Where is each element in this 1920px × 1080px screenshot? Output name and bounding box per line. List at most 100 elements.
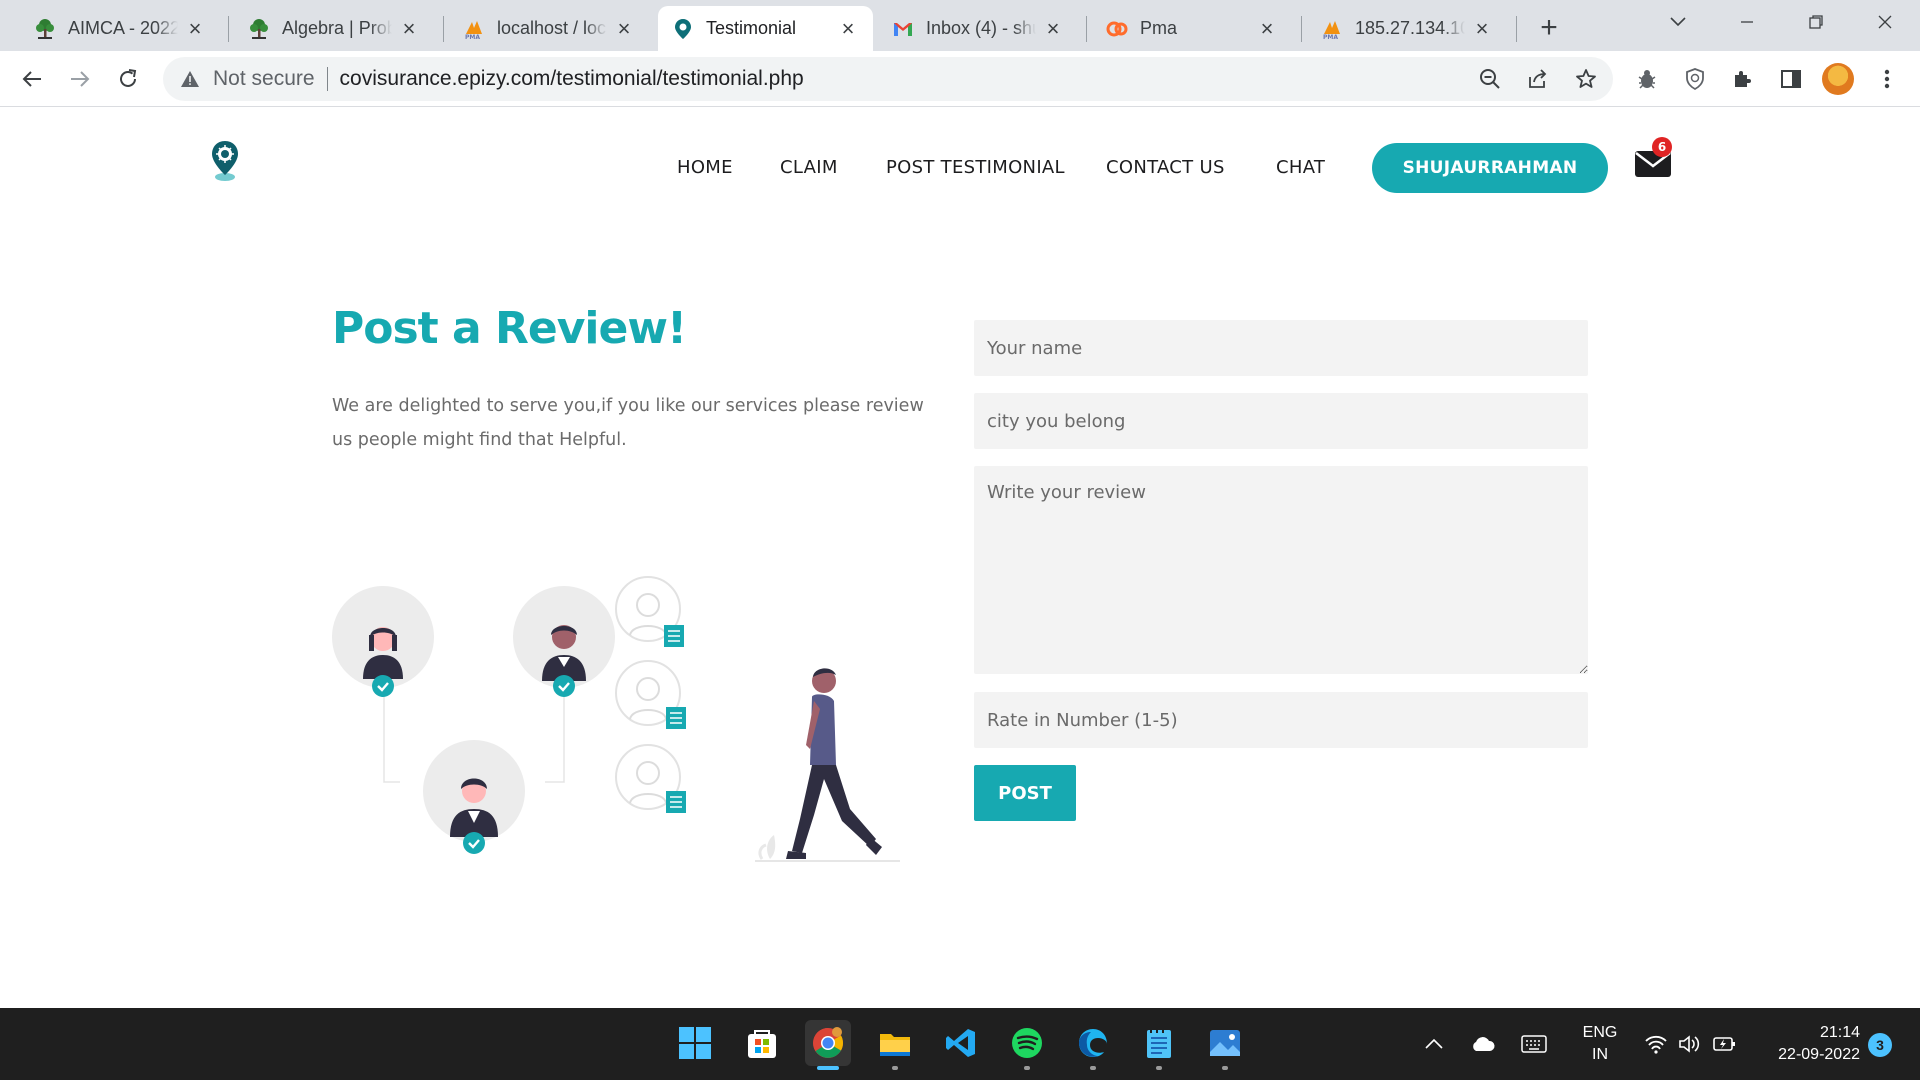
chrome-icon[interactable]: [805, 1020, 851, 1070]
close-window-icon[interactable]: [1862, 4, 1908, 40]
tab-title: AIMCA - 2022_: [68, 18, 178, 38]
security-label[interactable]: Not secure: [213, 67, 315, 91]
spotify-icon[interactable]: [1004, 1020, 1050, 1070]
tab-title: Testimonial: [706, 18, 797, 38]
running-indicator: [892, 1066, 898, 1070]
browser-tab[interactable]: AIMCA - 2022_ ×: [20, 6, 220, 51]
tab-search-chevron-icon[interactable]: [1655, 4, 1701, 40]
close-icon[interactable]: ×: [398, 16, 420, 41]
close-icon[interactable]: ×: [1471, 16, 1493, 41]
browser-tab[interactable]: Inbox (4) - shuj ×: [878, 6, 1078, 51]
running-indicator: [1156, 1066, 1162, 1070]
bug-extension-icon[interactable]: [1630, 62, 1664, 96]
mail-count-badge: 6: [1652, 137, 1672, 157]
wifi-icon[interactable]: [1642, 1030, 1670, 1058]
omnibox-actions: [1473, 57, 1603, 101]
tab-divider: [1086, 16, 1087, 42]
svg-text:PMA: PMA: [1323, 34, 1338, 40]
windows-start-icon[interactable]: [672, 1020, 718, 1066]
tab-divider: [443, 16, 444, 42]
battery-charging-icon[interactable]: [1710, 1030, 1738, 1058]
nav-post-testimonial[interactable]: POST TESTIMONIAL: [886, 157, 1065, 178]
tab-divider: [1516, 16, 1517, 42]
volume-icon[interactable]: [1676, 1030, 1704, 1058]
nav-home[interactable]: HOME: [677, 157, 733, 178]
name-input[interactable]: [974, 320, 1588, 376]
running-indicator: [817, 1066, 839, 1070]
browser-tab[interactable]: Pma ×: [1092, 6, 1292, 51]
forward-arrow-icon[interactable]: [61, 60, 99, 98]
zoom-out-icon[interactable]: [1473, 62, 1507, 96]
user-profile-button[interactable]: SHUJAURRAHMAN: [1372, 143, 1608, 193]
cpanel-icon: [1106, 18, 1128, 40]
url-text[interactable]: covisurance.epizy.com/testimonial/testim…: [340, 67, 804, 91]
system-clock[interactable]: 21:14 22-09-2022: [1756, 1022, 1860, 1066]
clock-time: 21:14: [1819, 1024, 1860, 1041]
language-indicator[interactable]: ENG IN: [1578, 1022, 1622, 1066]
chevron-up-icon[interactable]: [1420, 1030, 1448, 1058]
phpmyadmin-icon: PMA: [1321, 18, 1343, 40]
nav-contact-us[interactable]: CONTACT US: [1106, 157, 1225, 178]
running-indicator: [1024, 1066, 1030, 1070]
svg-text:PMA: PMA: [465, 34, 480, 40]
share-icon[interactable]: [1521, 62, 1555, 96]
microsoft-store-icon[interactable]: [739, 1020, 785, 1066]
page-description: We are delighted to serve you,if you lik…: [332, 396, 924, 450]
tab-divider: [228, 16, 229, 42]
onedrive-cloud-icon[interactable]: [1469, 1030, 1497, 1058]
close-icon[interactable]: ×: [1042, 16, 1064, 41]
back-arrow-icon[interactable]: [13, 60, 51, 98]
close-icon[interactable]: ×: [184, 16, 206, 41]
close-icon[interactable]: ×: [613, 16, 635, 41]
nav-chat[interactable]: CHAT: [1276, 157, 1325, 178]
tab-title: Inbox (4) - shuj: [926, 18, 1036, 38]
edge-icon[interactable]: [1070, 1020, 1116, 1070]
address-bar[interactable]: Not secure covisurance.epizy.com/testimo…: [163, 57, 1613, 101]
side-panel-icon[interactable]: [1774, 62, 1808, 96]
reload-icon[interactable]: [109, 60, 147, 98]
browser-tab-active[interactable]: Testimonial ×: [658, 6, 873, 51]
browser-tab-strip: AIMCA - 2022_ × Algebra | Proba × PMA lo…: [0, 0, 1920, 51]
running-indicator: [1222, 1066, 1228, 1070]
omnibox-divider: [326, 67, 328, 91]
vscode-icon[interactable]: [938, 1020, 984, 1066]
region-code: IN: [1592, 1046, 1608, 1063]
windows-taskbar: ENG IN 21:14 22-09-2022 3: [0, 1008, 1920, 1080]
bookmark-star-icon[interactable]: [1569, 62, 1603, 96]
restore-icon[interactable]: [1793, 4, 1839, 40]
notepad-icon[interactable]: [1136, 1020, 1182, 1070]
tree-logo-icon: [34, 18, 56, 40]
browser-toolbar: Not secure covisurance.epizy.com/testimo…: [0, 51, 1920, 107]
new-tab-plus-icon[interactable]: +: [1531, 10, 1567, 46]
phpmyadmin-icon: PMA: [463, 18, 485, 40]
page-title: Post a Review!: [332, 303, 687, 354]
close-icon[interactable]: ×: [1256, 16, 1278, 41]
file-explorer-icon[interactable]: [872, 1020, 918, 1070]
close-icon[interactable]: ×: [837, 16, 859, 41]
language-code: ENG: [1582, 1024, 1618, 1041]
kebab-menu-icon[interactable]: [1870, 62, 1904, 96]
running-indicator: [1090, 1066, 1096, 1070]
puzzle-extensions-icon[interactable]: [1726, 62, 1760, 96]
web-page: HOME CLAIM POST TESTIMONIAL CONTACT US C…: [0, 107, 1920, 1007]
shield-extension-icon[interactable]: [1678, 62, 1712, 96]
warning-triangle-icon[interactable]: [179, 68, 201, 90]
rating-input[interactable]: [974, 692, 1588, 748]
tab-title: localhost / loca: [497, 18, 607, 38]
site-logo-icon[interactable]: [208, 139, 242, 183]
browser-tab[interactable]: PMA 185.27.134.10 / ×: [1307, 6, 1507, 51]
nav-claim[interactable]: CLAIM: [780, 157, 838, 178]
profile-avatar[interactable]: [1822, 63, 1854, 95]
review-textarea[interactable]: [974, 466, 1588, 674]
notification-count-badge[interactable]: 3: [1868, 1033, 1892, 1057]
location-pin-icon: [672, 18, 694, 40]
city-input[interactable]: [974, 393, 1588, 449]
post-button[interactable]: POST: [974, 765, 1076, 821]
keyboard-icon[interactable]: [1520, 1030, 1548, 1058]
minimize-icon[interactable]: [1724, 4, 1770, 40]
tab-title: 185.27.134.10 /: [1355, 18, 1465, 38]
clock-date: 22-09-2022: [1778, 1046, 1860, 1063]
browser-tab[interactable]: Algebra | Proba ×: [234, 6, 434, 51]
photos-icon[interactable]: [1202, 1020, 1248, 1070]
browser-tab[interactable]: PMA localhost / loca ×: [449, 6, 649, 51]
